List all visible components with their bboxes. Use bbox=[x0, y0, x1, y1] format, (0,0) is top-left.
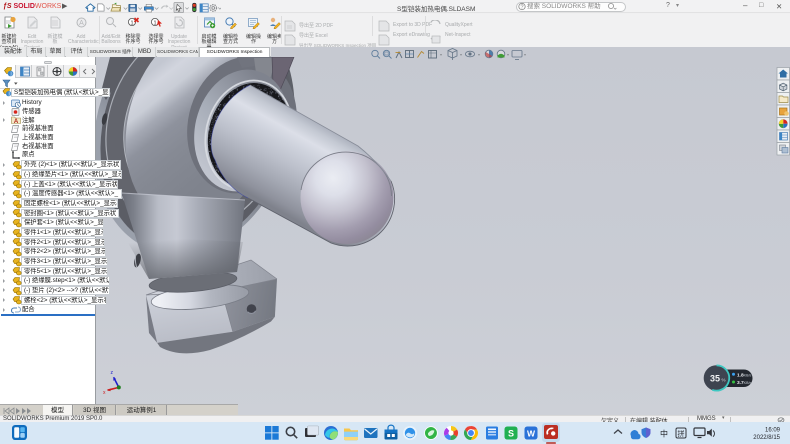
svg-text:A: A bbox=[79, 20, 84, 27]
svg-text:16:09: 16:09 bbox=[765, 428, 781, 434]
svg-text:x: x bbox=[103, 390, 106, 396]
svg-text:z: z bbox=[111, 370, 114, 376]
svg-text:%: % bbox=[722, 378, 726, 383]
svg-text:▾: ▾ bbox=[460, 52, 462, 57]
svg-text:?: ? bbox=[520, 5, 523, 11]
svg-text:▾: ▾ bbox=[478, 52, 480, 57]
svg-text:2022/8/15: 2022/8/15 bbox=[753, 435, 780, 441]
svg-text:1: 1 bbox=[130, 20, 133, 26]
svg-text:中: 中 bbox=[660, 429, 668, 439]
svg-text:拼: 拼 bbox=[678, 429, 685, 438]
svg-text:35: 35 bbox=[710, 374, 720, 384]
svg-text:▾: ▾ bbox=[440, 52, 442, 57]
svg-text:▾: ▾ bbox=[507, 52, 509, 57]
svg-text:S: S bbox=[508, 429, 514, 439]
svg-text:▾: ▾ bbox=[524, 52, 526, 57]
svg-text:W: W bbox=[527, 429, 536, 439]
svg-text:1: 1 bbox=[153, 20, 156, 26]
